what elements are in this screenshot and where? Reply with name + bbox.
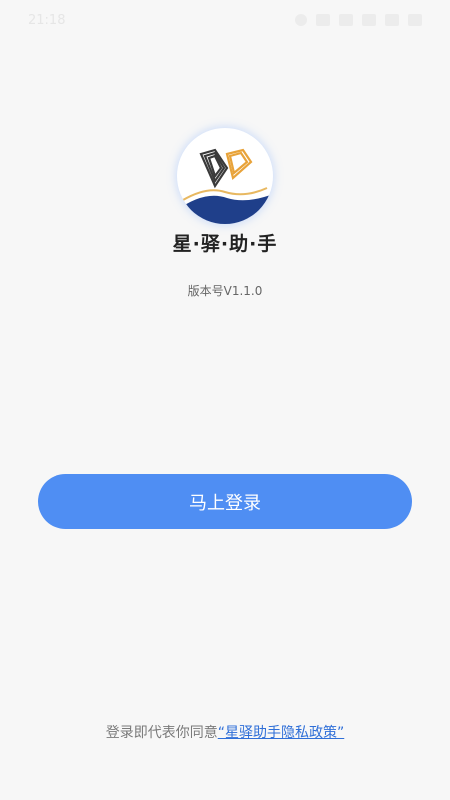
version-label: 版本号V1.1.0 [187,284,263,298]
status-bar: 21:18 [0,0,450,40]
status-icons [295,14,422,26]
status-time: 21:18 [28,12,66,28]
alarm-icon [295,14,307,26]
vibrate-icon [316,14,330,26]
app-name: 星·驿·助·手 [172,233,278,255]
battery-icon [408,14,422,26]
wifi-icon [385,14,399,26]
agreement-prefix: 登录即代表你同意 [105,725,218,741]
privacy-agreement: 登录即代表你同意“星驿助手隐私政策” [0,722,450,742]
login-button[interactable]: 马上登录 [38,474,412,529]
signal-icon [362,14,376,26]
app-logo-icon [177,148,273,224]
nfc-icon [339,14,353,26]
privacy-policy-link[interactable]: “星驿助手隐私政策” [218,725,345,741]
app-logo [177,128,273,224]
